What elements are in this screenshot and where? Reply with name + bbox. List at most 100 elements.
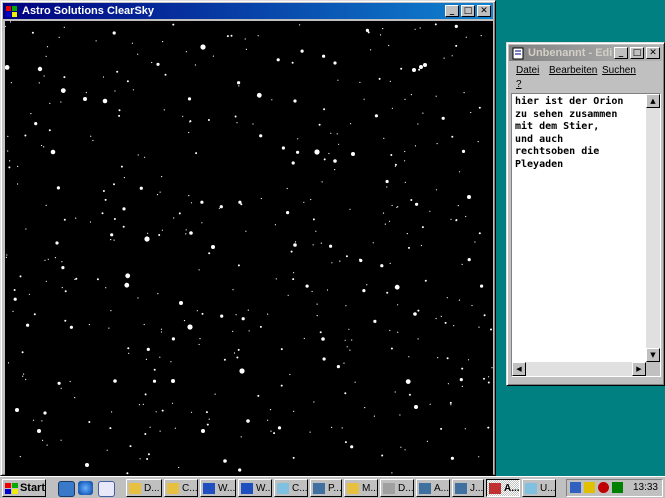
start-button[interactable]: Start: [2, 479, 46, 497]
star: [58, 36, 60, 38]
star: [25, 228, 27, 230]
network-icon[interactable]: [570, 482, 581, 493]
star: [339, 260, 341, 262]
maximize-button[interactable]: □: [461, 5, 475, 17]
scroll-right-button[interactable]: ▶: [632, 362, 646, 376]
star: [450, 456, 454, 460]
maximize-button[interactable]: □: [630, 47, 644, 59]
taskbar-button[interactable]: D...: [126, 479, 162, 497]
taskbar-button[interactable]: A...: [486, 479, 520, 497]
star: [467, 195, 471, 199]
menu-suchen[interactable]: Suchen: [602, 65, 636, 76]
taskbar-button[interactable]: C...: [164, 479, 198, 497]
scroll-left-button[interactable]: ◀: [512, 362, 526, 376]
desktop-icon[interactable]: [58, 481, 75, 497]
star: [171, 402, 174, 404]
star: [406, 233, 408, 235]
star: [131, 42, 133, 44]
antivirus-icon[interactable]: [598, 482, 609, 493]
star: [144, 433, 147, 435]
star: [435, 317, 437, 320]
star: [198, 343, 200, 346]
star: [426, 440, 428, 442]
menu-bearbeiten[interactable]: Bearbeiten: [549, 65, 597, 76]
star: [413, 312, 417, 316]
star: [247, 309, 249, 311]
outlook-icon[interactable]: [98, 481, 115, 497]
scheduler-icon[interactable]: [612, 482, 623, 493]
menu-datei[interactable]: Datei: [516, 65, 539, 76]
taskbar-button[interactable]: W...: [200, 479, 236, 497]
notepad-icon: [512, 47, 524, 60]
taskbar-button[interactable]: W...: [238, 479, 272, 497]
scroll-up-button[interactable]: ▲: [646, 94, 660, 108]
star: [379, 34, 382, 36]
star: [64, 290, 67, 293]
star: [397, 304, 399, 306]
star: [315, 230, 317, 232]
minimize-button[interactable]: _: [614, 47, 628, 59]
vertical-scrollbar[interactable]: ▲ ▼: [646, 94, 660, 362]
star: [161, 176, 163, 178]
taskbar-button[interactable]: C...: [274, 479, 308, 497]
star: [259, 134, 263, 138]
taskbar-button[interactable]: U...: [522, 479, 556, 497]
star: [238, 85, 240, 87]
star: [380, 264, 384, 268]
star: [137, 297, 139, 299]
editor-textarea[interactable]: hier ist der Orion zu sehen zusammen mit…: [511, 93, 661, 377]
taskbar-button[interactable]: A...: [416, 479, 450, 497]
star: [372, 242, 374, 244]
star: [208, 252, 211, 255]
star: [127, 347, 130, 350]
taskbar-button[interactable]: J...: [452, 479, 484, 497]
clearsky-icon: [489, 482, 501, 494]
taskbar-button[interactable]: M...: [344, 479, 378, 497]
star: [465, 215, 467, 218]
close-button[interactable]: ✕: [477, 5, 491, 17]
star: [421, 226, 424, 229]
program-icon: [313, 482, 325, 494]
star: [267, 419, 269, 421]
star-field[interactable]: [5, 21, 493, 475]
horizontal-scrollbar[interactable]: ◀ ▶: [512, 362, 646, 376]
internet-explorer-icon[interactable]: [78, 481, 93, 495]
star: [359, 258, 363, 263]
taskbar-button[interactable]: D...: [380, 479, 414, 497]
star: [257, 394, 260, 397]
star: [138, 404, 141, 406]
menu-help[interactable]: ?: [516, 79, 522, 90]
star: [63, 218, 66, 221]
star: [237, 348, 240, 351]
star: [303, 337, 305, 340]
clock[interactable]: 13:33: [633, 482, 658, 493]
star: [143, 323, 145, 326]
star: [7, 150, 9, 152]
star: [436, 143, 438, 145]
editor-titlebar[interactable]: Unbenannt - Editor _ □ ✕: [509, 45, 662, 61]
star: [381, 454, 384, 457]
star: [194, 64, 196, 66]
close-button[interactable]: ✕: [646, 47, 660, 59]
star: [417, 338, 419, 340]
clearsky-titlebar[interactable]: Astro Solutions ClearSky _ □ ✕: [3, 3, 493, 19]
star: [64, 319, 67, 322]
minimize-button[interactable]: _: [445, 5, 459, 17]
star: [31, 31, 34, 34]
star: [348, 328, 350, 330]
star: [319, 331, 322, 334]
star: [451, 135, 454, 138]
star: [244, 38, 246, 40]
star: [312, 244, 314, 246]
star: [75, 217, 77, 219]
star: [490, 328, 492, 331]
volume-icon[interactable]: [584, 482, 595, 493]
star: [366, 284, 368, 286]
star: [173, 217, 175, 219]
star: [386, 186, 388, 188]
star: [333, 61, 337, 65]
taskbar-button[interactable]: P...: [310, 479, 342, 497]
star: [443, 57, 445, 59]
scroll-down-button[interactable]: ▼: [646, 348, 660, 362]
star: [34, 122, 38, 126]
